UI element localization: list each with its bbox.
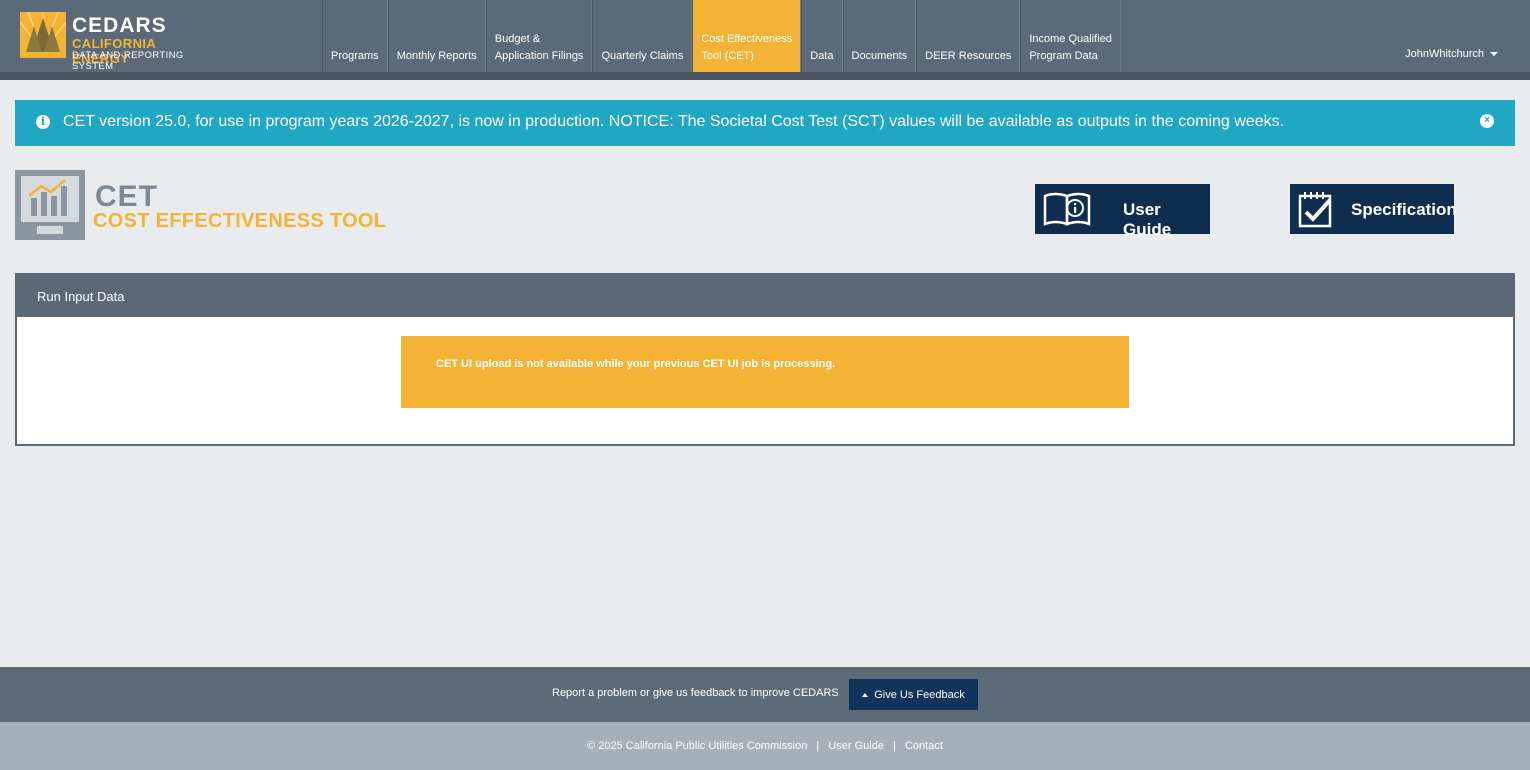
monitor-chart-icon	[15, 170, 85, 240]
footer-report-text: Report a problem or give us feedback to …	[552, 687, 839, 699]
nav-label: Quarterly Claims	[601, 50, 684, 62]
nav-label: Cost Effectiveness Tool (CET)	[701, 33, 793, 62]
nav-label: DEER Resources	[925, 50, 1012, 62]
copyright-text: © 2025 California Public Utilities Commi…	[587, 740, 808, 752]
nav-monthly-reports[interactable]: Monthly Reports	[387, 0, 486, 72]
warning-message: CET UI upload is not available while you…	[436, 358, 836, 370]
separator: |	[816, 740, 820, 752]
nav-deer-resources[interactable]: DEER Resources	[916, 0, 1021, 72]
nav-label: Programs	[331, 50, 379, 62]
panel-header: Run Input Data	[17, 275, 1513, 317]
nav-label: Monthly Reports	[396, 50, 477, 62]
footer-links: © 2025 California Public Utilities Commi…	[0, 740, 1530, 752]
specification-label: Specification	[1351, 200, 1457, 219]
panel-title: Run Input Data	[37, 289, 125, 304]
navbar-underline	[0, 72, 1530, 80]
nav-programs[interactable]: Programs	[322, 0, 388, 72]
nav-income-qualified-program-data[interactable]: Income Qualified Program Data	[1020, 0, 1121, 72]
info-icon: i	[36, 115, 50, 129]
nav-label: Income Qualified Program Data	[1029, 33, 1112, 62]
specification-button[interactable]: Specification	[1290, 184, 1457, 234]
notepad-check-icon	[1298, 192, 1332, 228]
nav-cost-effectiveness-tool[interactable]: Cost Effectiveness Tool (CET)	[692, 0, 802, 72]
nav-documents[interactable]: Documents	[842, 0, 917, 72]
book-info-icon	[1043, 192, 1091, 226]
nav-budget-application-filings[interactable]: Budget & Application Filings	[485, 0, 593, 72]
brand-title: CEDARS	[72, 14, 167, 37]
cet-logo: CET COST EFFECTIVENESS TOOL	[15, 170, 386, 240]
cedars-logo[interactable]: CEDARS CALIFORNIA ENERGY DATA AND REPORT…	[20, 12, 215, 72]
user-name: JohnWhitchurch	[1405, 48, 1484, 60]
info-alert: i CET version 25.0, for use in program y…	[15, 100, 1515, 146]
nav-label: Documents	[851, 50, 908, 62]
cedars-tree-icon	[20, 12, 66, 58]
run-input-data-panel: Run Input Data CET UI upload is not avai…	[15, 273, 1515, 446]
alert-message: CET version 25.0, for use in program yea…	[63, 113, 1285, 130]
footer-user-guide-link[interactable]: User Guide	[828, 740, 884, 752]
close-icon[interactable]: ×	[1480, 114, 1494, 128]
brand-tagline: DATA AND REPORTING SYSTEM	[72, 50, 184, 72]
warning-alert: CET UI upload is not available while you…	[401, 336, 1129, 408]
user-guide-label: User Guide	[1123, 200, 1172, 239]
nav-label: Budget & Application Filings	[494, 33, 584, 62]
nav-label: Data	[810, 50, 834, 62]
give-feedback-button[interactable]: Give Us Feedback	[849, 679, 978, 710]
top-navbar: CEDARS CALIFORNIA ENERGY DATA AND REPORT…	[0, 0, 1530, 72]
separator: |	[893, 740, 896, 752]
feedback-label: Give Us Feedback	[874, 688, 965, 701]
footer-bottom-bar: © 2025 California Public Utilities Commi…	[0, 722, 1530, 770]
caret-down-icon	[1490, 52, 1498, 56]
caret-up-icon	[862, 692, 869, 697]
nav-data[interactable]: Data	[801, 0, 843, 72]
cet-subtitle: COST EFFECTIVENESS TOOL	[93, 210, 387, 232]
cet-title: CET	[95, 180, 158, 213]
user-menu-dropdown[interactable]: JohnWhitchurch	[1405, 48, 1498, 60]
user-guide-button[interactable]: User Guide	[1035, 184, 1210, 239]
nav-quarterly-claims[interactable]: Quarterly Claims	[592, 0, 693, 72]
main-nav: Programs Monthly Reports Budget & Applic…	[322, 0, 1121, 72]
footer-feedback-bar: Report a problem or give us feedback to …	[0, 667, 1530, 722]
footer-contact-link[interactable]: Contact	[905, 740, 943, 752]
